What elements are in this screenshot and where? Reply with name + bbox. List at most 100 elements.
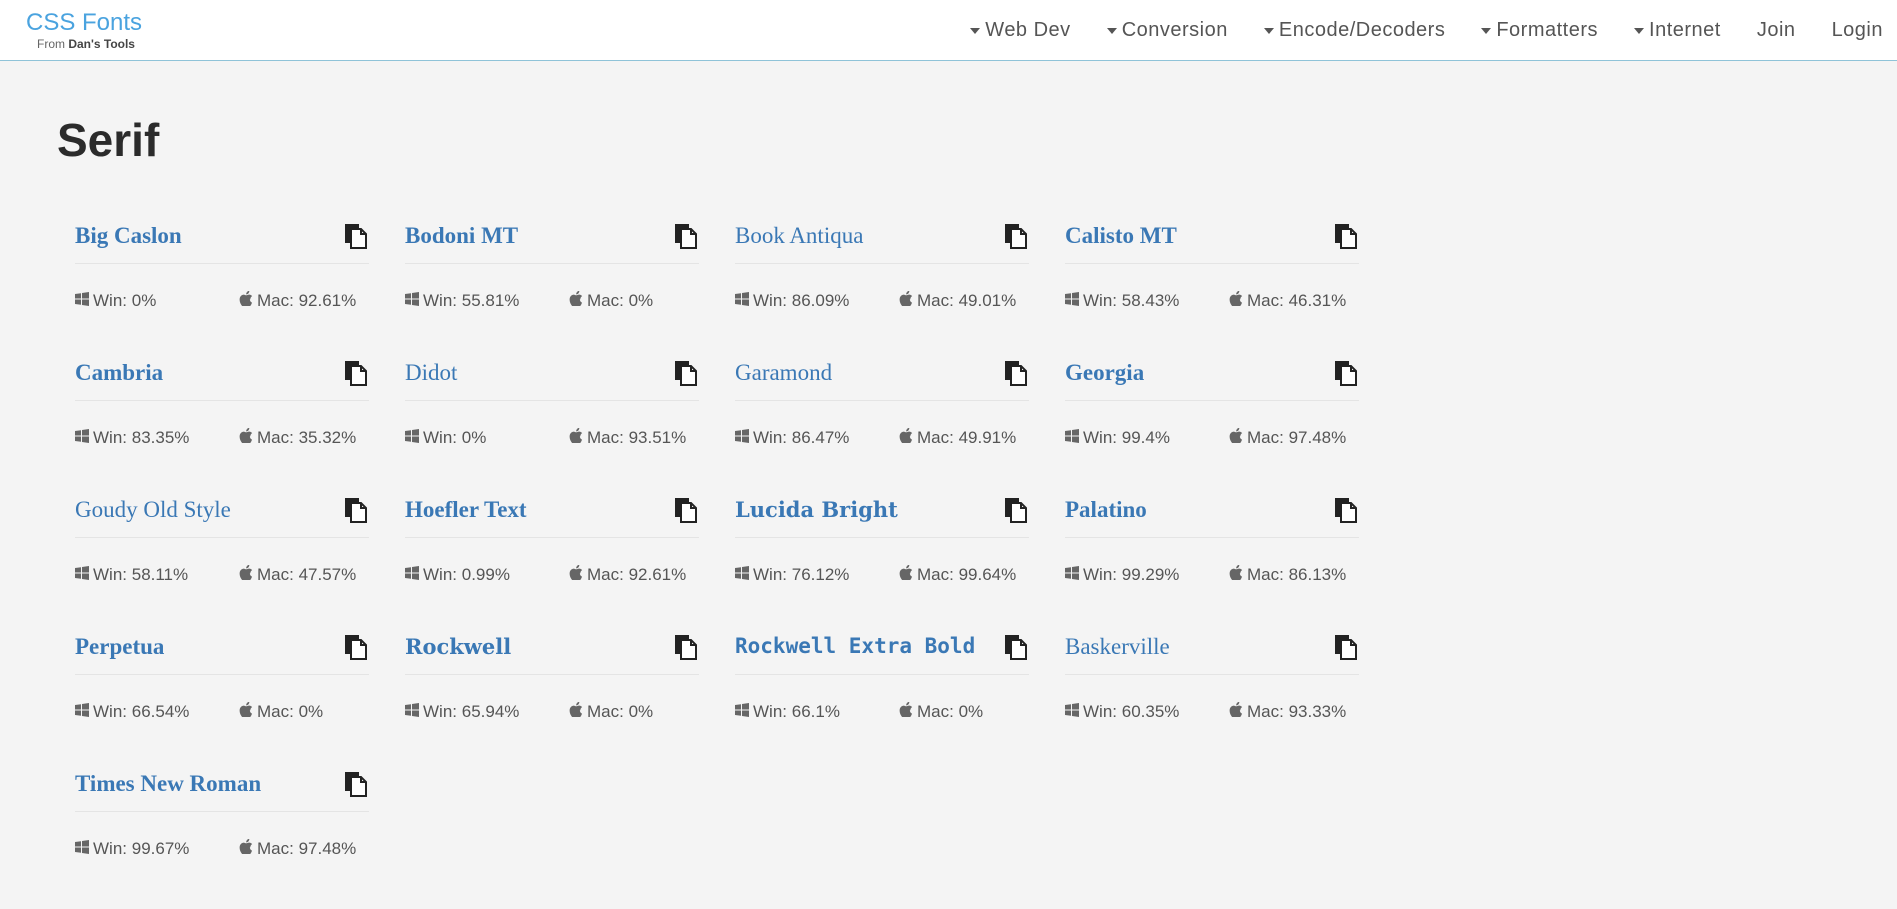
win-value: 58.11% [131,565,189,584]
font-name-link[interactable]: Lucida Bright [735,497,898,522]
mac-stat: Mac: 0% [899,701,983,722]
win-stat: Win: 99.67% [75,839,189,859]
font-card-header: Didot [405,352,699,401]
copy-icon[interactable] [1003,634,1029,660]
font-card-rockwell: Rockwell Win: 65.94% Mac: 0% [405,626,699,763]
font-name-link[interactable]: Garamond [735,360,832,386]
font-card-header: Lucida Bright [735,489,1029,538]
brand[interactable]: CSS Fonts From Dan's Tools [26,9,142,51]
mac-label: Mac: [257,702,294,721]
windows-icon [735,428,753,448]
nav-item-encode-decoders[interactable]: Encode/Decoders [1263,19,1445,42]
font-name-link[interactable]: Cambria [75,360,163,386]
nav-item-web-dev[interactable]: Web Dev [970,19,1070,42]
copy-icon[interactable] [673,360,699,386]
copy-icon[interactable] [673,223,699,249]
copy-icon[interactable] [1333,360,1359,386]
font-name-link[interactable]: Calisto MT [1065,223,1177,249]
win-label: Win: [1083,565,1117,584]
brand-title[interactable]: CSS Fonts [26,9,142,37]
apple-icon [569,564,587,585]
win-value: 86.47% [791,428,850,447]
mac-stat: Mac: 93.33% [1229,701,1346,722]
win-label: Win: [93,839,127,858]
copy-icon[interactable] [673,497,699,523]
font-card-perpetua: Perpetua Win: 66.54% Mac: 0% [75,626,369,763]
win-value: 0.99% [461,565,510,584]
nav-item-label: Formatters [1496,18,1599,41]
windows-icon [405,291,423,311]
copy-icon[interactable] [343,497,369,523]
font-name-link[interactable]: Perpetua [75,634,164,660]
win-stat: Win: 66.1% [735,702,840,722]
win-stat: Win: 86.09% [735,291,849,311]
font-name-link[interactable]: Rockwell [405,634,511,659]
mac-value: 92.61% [298,291,357,310]
caret-down-icon [1263,28,1274,34]
font-card-header: Cambria [75,352,369,401]
nav-item-join[interactable]: Join [1757,19,1796,42]
copy-icon[interactable] [1003,360,1029,386]
copy-icon[interactable] [343,223,369,249]
font-name-link[interactable]: Times New Roman [75,771,261,797]
font-card-header: Calisto MT [1065,215,1359,264]
copy-icon[interactable] [343,634,369,660]
font-name-link[interactable]: Goudy Old Style [75,497,231,523]
apple-icon [1229,427,1247,448]
mac-label: Mac: [587,291,624,310]
copy-icon[interactable] [1003,497,1029,523]
font-name-link[interactable]: Georgia [1065,360,1144,386]
apple-icon [239,290,257,311]
mac-label: Mac: [587,702,624,721]
nav-item-login[interactable]: Login [1832,19,1883,42]
brand-site[interactable]: Dan's Tools [68,37,135,51]
copy-icon[interactable] [673,634,699,660]
copy-icon[interactable] [1333,497,1359,523]
font-name-link[interactable]: Palatino [1065,497,1147,523]
font-name-link[interactable]: Didot [405,360,457,386]
windows-icon [75,702,93,722]
windows-icon [405,428,423,448]
font-card-header: Palatino [1065,489,1359,538]
font-name-link[interactable]: Bodoni MT [405,223,518,249]
font-card-header: Bodoni MT [405,215,699,264]
font-name-link[interactable]: Rockwell Extra Bold [735,634,975,658]
mac-stat: Mac: 49.91% [899,427,1016,448]
copy-icon[interactable] [343,771,369,797]
win-stat: Win: 76.12% [735,565,849,585]
font-card-didot: Didot Win: 0% Mac: 93.51% [405,352,699,489]
nav-item-formatters[interactable]: Formatters [1481,19,1598,42]
nav-item-label: Internet [1649,18,1721,41]
windows-icon [405,565,423,585]
win-value: 99.4% [1121,428,1170,447]
font-card-header: Big Caslon [75,215,369,264]
mac-label: Mac: [917,428,954,447]
win-label: Win: [1083,291,1117,310]
mac-stat: Mac: 86.13% [1229,564,1346,585]
main-nav: Web Dev Conversion Encode/Decoders Formatte… [970,0,1897,60]
nav-item-internet[interactable]: Internet [1634,19,1721,42]
win-stat: Win: 65.94% [405,702,519,722]
copy-icon[interactable] [343,360,369,386]
mac-stat: Mac: 46.31% [1229,290,1346,311]
mac-value: 99.64% [958,565,1017,584]
font-name-link[interactable]: Big Caslon [75,223,182,249]
win-value: 66.54% [131,702,190,721]
font-card-palatino: Palatino Win: 99.29% Mac: 86.13% [1065,489,1359,626]
mac-label: Mac: [1247,565,1284,584]
win-stat: Win: 58.11% [75,565,188,585]
font-name-link[interactable]: Book Antiqua [735,223,863,249]
win-value: 99.67% [131,839,190,858]
copy-icon[interactable] [1003,223,1029,249]
mac-label: Mac: [587,565,624,584]
win-label: Win: [423,428,457,447]
font-name-link[interactable]: Baskerville [1065,634,1170,660]
copy-icon[interactable] [1333,223,1359,249]
win-label: Win: [93,702,127,721]
font-card-hoefler-text: Hoefler Text Win: 0.99% Mac: 92.61% [405,489,699,626]
copy-icon[interactable] [1333,634,1359,660]
nav-item-conversion[interactable]: Conversion [1106,19,1228,42]
font-name-link[interactable]: Hoefler Text [405,497,527,523]
font-card-calisto-mt: Calisto MT Win: 58.43% Mac: 46.31% [1065,215,1359,352]
font-card-header: Baskerville [1065,626,1359,675]
